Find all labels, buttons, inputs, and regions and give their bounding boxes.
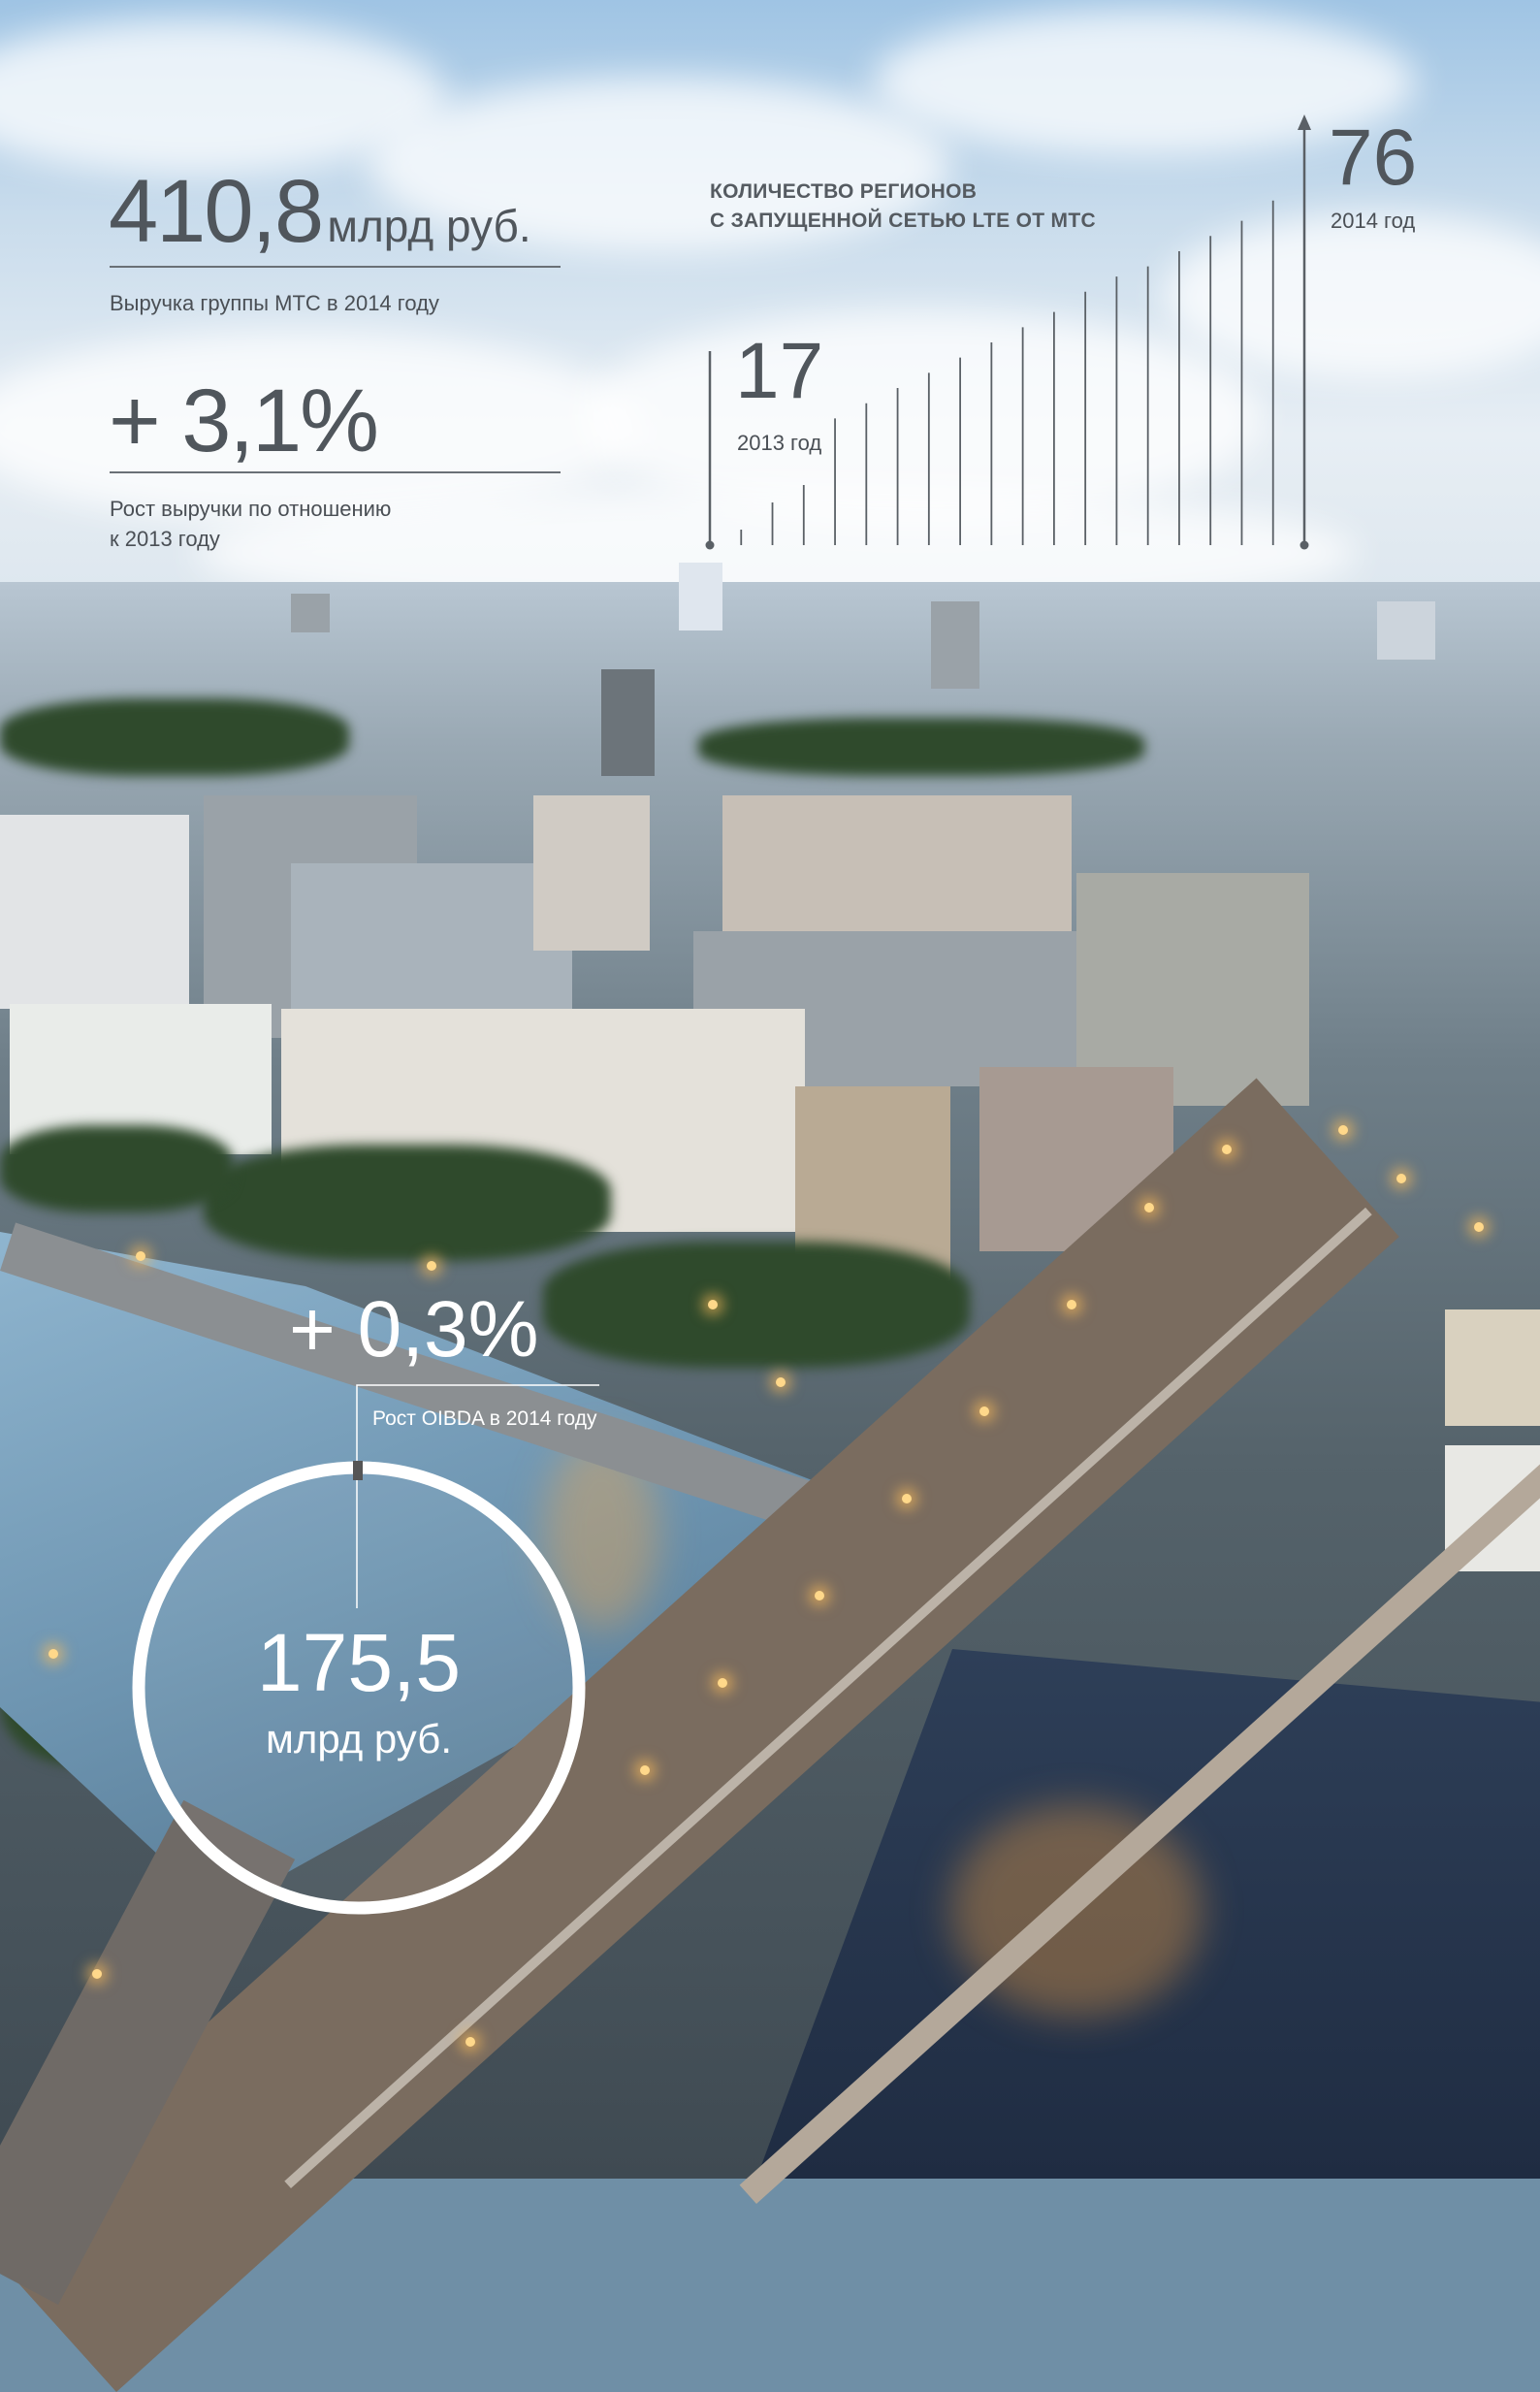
oibda-ring-marker bbox=[353, 1461, 363, 1480]
oibda-value: 175,5 bbox=[256, 1617, 462, 1708]
oibda-unit: млрд руб. bbox=[265, 1716, 453, 1762]
oibda-growth-caption: Рост OIBDA в 2014 году bbox=[372, 1407, 597, 1430]
